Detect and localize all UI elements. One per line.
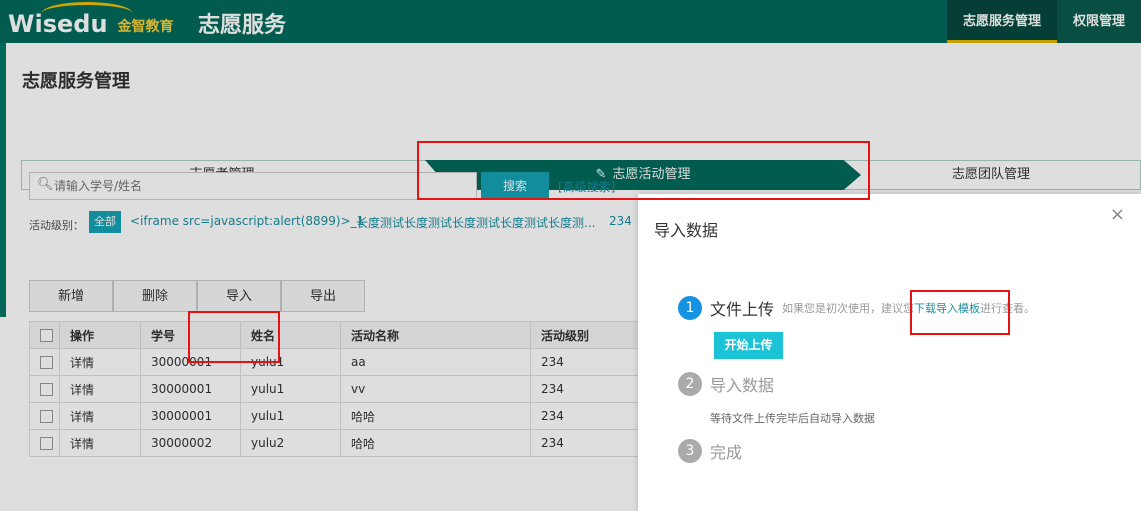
upload-step-3: 3 完成 <box>678 439 742 463</box>
highlight-template-link <box>910 290 1010 335</box>
start-upload-button[interactable]: 开始上传 <box>714 332 783 359</box>
import-dialog: 导入数据 × 1 文件上传 如果您是初次使用，建议您下载导入模板进行查看。 开始… <box>638 194 1141 511</box>
highlight-import-button <box>188 311 280 363</box>
hint-prefix: 如果您是初次使用，建议您 <box>782 302 915 315</box>
step-2-desc: 等待文件上传完毕后自动导入数据 <box>710 412 875 425</box>
step-number-2: 2 <box>678 372 702 396</box>
highlight-activity-step <box>417 141 870 200</box>
close-icon[interactable]: × <box>1110 204 1125 225</box>
dialog-title: 导入数据 <box>654 221 719 240</box>
left-accent-strip <box>0 43 6 317</box>
upload-step-2: 2 导入数据 <box>678 372 774 396</box>
step-2-title: 导入数据 <box>710 376 775 395</box>
step-number-3: 3 <box>678 439 702 463</box>
step-number-1: 1 <box>678 296 702 320</box>
step-3-title: 完成 <box>710 443 743 462</box>
step-1-title: 文件上传 <box>710 300 775 319</box>
